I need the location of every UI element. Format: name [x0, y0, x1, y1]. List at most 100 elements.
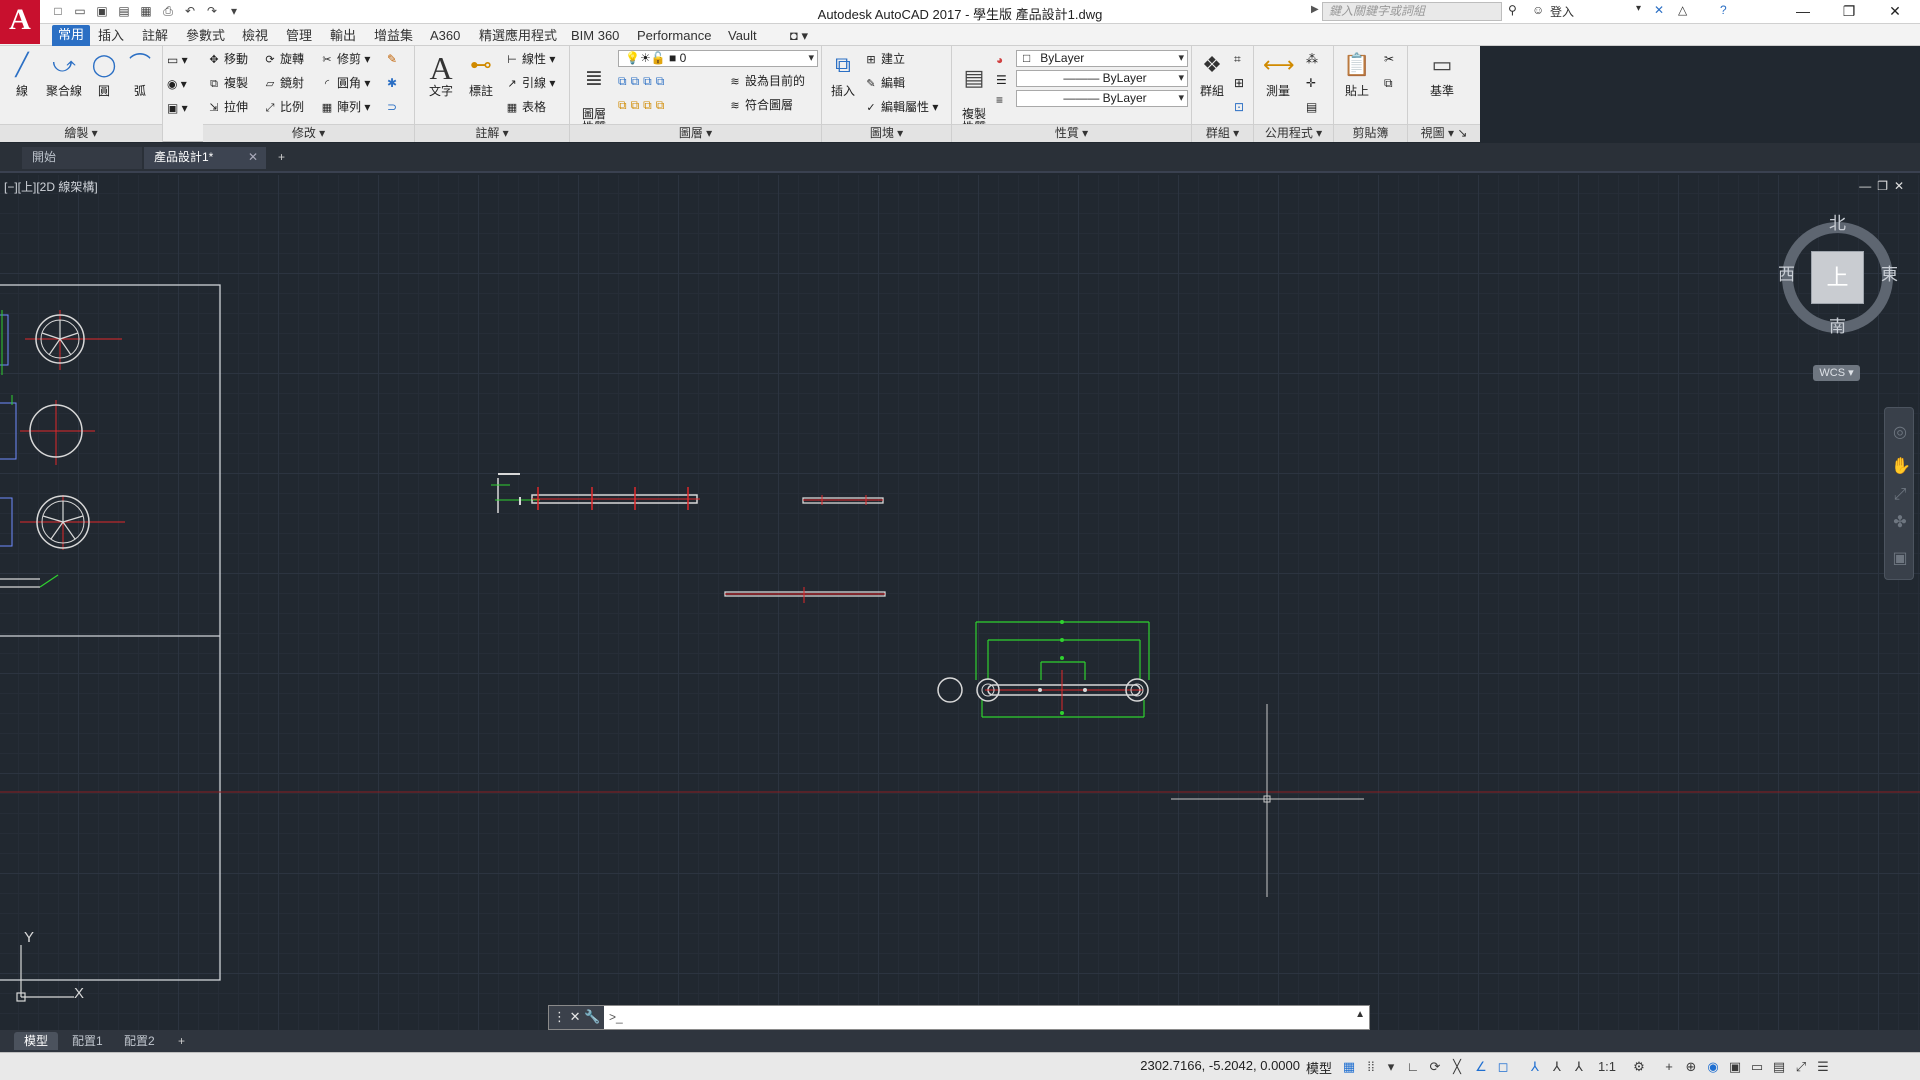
match-properties-button[interactable]: ▤ 複製 性質: [956, 50, 992, 134]
auto-scale-icon[interactable]: ⅄: [1548, 1058, 1566, 1076]
view-panel-title[interactable]: 視圖 ▾ ↘: [1408, 124, 1480, 142]
save-icon[interactable]: ▣: [94, 3, 110, 19]
copy-button[interactable]: ⧉ 複製: [207, 73, 248, 93]
steering-wheel-icon[interactable]: ◎: [1891, 424, 1909, 442]
login-button[interactable]: 登入: [1550, 3, 1574, 20]
hatch-icon[interactable]: ◉ ▾: [167, 74, 187, 94]
file-tab-current[interactable]: 產品設計1* ✕: [144, 147, 266, 169]
isolate-objects-icon[interactable]: ⊕: [1682, 1058, 1700, 1076]
file-tab-start[interactable]: 開始: [22, 147, 142, 169]
new-tab-icon[interactable]: +: [272, 147, 298, 169]
tab-vault[interactable]: Vault: [722, 27, 763, 45]
compass-east[interactable]: 東: [1881, 260, 1898, 285]
command-grip-icon[interactable]: ⋮: [553, 1009, 566, 1024]
edit-attributes-button[interactable]: ✓ 編輯屬性 ▾: [864, 97, 938, 117]
orbit-icon[interactable]: ✤: [1891, 514, 1909, 532]
command-input[interactable]: [637, 1008, 1337, 1027]
properties-panel-title[interactable]: 性質 ▾: [952, 124, 1191, 142]
base-view-button[interactable]: ▭ 基準: [1422, 50, 1462, 99]
linetype-dropdown[interactable]: ——— ByLayer: [1016, 70, 1188, 87]
add-icon[interactable]: +: [1660, 1058, 1678, 1076]
close-tab-icon[interactable]: ✕: [248, 147, 258, 168]
tab-manage[interactable]: 管理: [280, 27, 318, 45]
compass-south[interactable]: 南: [1829, 312, 1846, 337]
lineweight-dropdown[interactable]: ——— ByLayer: [1016, 90, 1188, 107]
text-button[interactable]: A 文字: [425, 50, 457, 99]
drawing-viewport[interactable]: [−][上][2D 線架構] —❐✕ 上 北 南 西 東 WCS ▾ ◎ ✋ ⤢…: [0, 175, 1920, 1030]
clean-screen-icon[interactable]: ⤢: [1792, 1058, 1810, 1076]
tab-a360[interactable]: A360: [424, 27, 466, 45]
group-select-icon[interactable]: ⊡: [1234, 97, 1244, 117]
cut-icon[interactable]: ✂: [1384, 49, 1394, 69]
add-layout-icon[interactable]: +: [168, 1032, 195, 1050]
a360-icon[interactable]: △: [1678, 3, 1687, 17]
binoculars-icon[interactable]: ⚲: [1508, 3, 1517, 17]
object-snap-icon[interactable]: ◻: [1494, 1058, 1512, 1076]
copy-clip-icon[interactable]: ⧉: [1384, 73, 1393, 93]
insert-block-button[interactable]: ⧉ 插入: [826, 50, 860, 99]
polar-icon[interactable]: ⟳: [1426, 1058, 1444, 1076]
groups-panel-title[interactable]: 群組 ▾: [1192, 124, 1253, 142]
clean-screen-toggle-icon[interactable]: ▣: [1726, 1058, 1744, 1076]
modify-panel-title[interactable]: 修改 ▾: [203, 124, 414, 142]
annotation-visibility-icon[interactable]: ⅄: [1526, 1058, 1544, 1076]
compass-north[interactable]: 北: [1829, 209, 1846, 234]
arc-button[interactable]: ⌒ 弧: [124, 50, 156, 99]
array-button[interactable]: ▦ 陣列 ▾: [320, 97, 371, 117]
match-layer-button[interactable]: ≋ 符合圖層: [728, 95, 793, 115]
group-button[interactable]: ❖ 群組: [1194, 50, 1230, 99]
publish-icon[interactable]: ▦: [138, 3, 154, 19]
graphics-performance-icon[interactable]: ▭: [1748, 1058, 1766, 1076]
color-dropdown[interactable]: □ ByLayer: [1016, 50, 1188, 67]
tab-performance[interactable]: Performance: [631, 27, 717, 45]
close-button[interactable]: ✕: [1872, 0, 1918, 24]
redo-icon[interactable]: ↷: [204, 3, 220, 19]
rotate-button[interactable]: ⟳ 旋轉: [263, 49, 304, 69]
move-button[interactable]: ✥ 移動: [207, 49, 248, 69]
viewcube-top-face[interactable]: 上: [1811, 251, 1864, 304]
coordinate-readout[interactable]: 2302.7166, -5.2042, 0.0000: [1120, 1058, 1300, 1073]
linear-dim-button[interactable]: ⊢ 線性 ▾: [505, 49, 555, 69]
group-edit-icon[interactable]: ⊞: [1234, 73, 1244, 93]
annotation-scale-value[interactable]: 1:1: [1592, 1058, 1622, 1076]
set-current-button[interactable]: ≋ 設為目前的: [728, 71, 805, 91]
quick-select-icon[interactable]: ⁂: [1306, 49, 1318, 69]
minimize-button[interactable]: —: [1780, 0, 1826, 24]
grid-icon[interactable]: ▦: [1340, 1058, 1358, 1076]
ungroup-icon[interactable]: ⌗: [1234, 49, 1241, 69]
tab-featured-apps[interactable]: 精選應用程式: [473, 27, 563, 45]
customization-icon[interactable]: ☰: [1814, 1058, 1832, 1076]
tab-bim360[interactable]: BIM 360: [565, 27, 625, 45]
search-expand-icon[interactable]: ▶: [1311, 4, 1319, 15]
dimension-button[interactable]: ⊷ 標註: [465, 50, 497, 99]
ribbon-options-icon[interactable]: ◘ ▾: [784, 27, 814, 45]
tab-insert[interactable]: 插入: [92, 27, 130, 45]
layout-tab-2[interactable]: 配置2: [114, 1032, 165, 1050]
tab-parametric[interactable]: 參數式: [180, 27, 231, 45]
new-icon[interactable]: □: [50, 3, 66, 19]
drawing-canvas[interactable]: [0, 175, 1920, 1030]
paste-button[interactable]: 📋 貼上: [1340, 50, 1374, 99]
trim-button[interactable]: ✂ 修剪 ▾: [320, 49, 370, 69]
layers-panel-title[interactable]: 圖層 ▾: [570, 124, 821, 142]
layer-tools-row1-icon[interactable]: ⧉⧉⧉⧉: [618, 71, 668, 91]
ortho-icon[interactable]: ∟: [1404, 1058, 1422, 1076]
zoom-extents-icon[interactable]: ⤢: [1891, 486, 1909, 504]
open-icon[interactable]: ▭: [72, 3, 88, 19]
hardware-acceleration-icon[interactable]: ◉: [1704, 1058, 1722, 1076]
polyline-button[interactable]: ⤻ 聚合線: [42, 50, 86, 99]
layout-tab-1[interactable]: 配置1: [62, 1032, 113, 1050]
quick-properties-icon[interactable]: ▤: [1770, 1058, 1788, 1076]
command-customize-icon[interactable]: 🔧: [584, 1009, 600, 1024]
id-point-icon[interactable]: ✛: [1306, 73, 1316, 93]
object-snap-tracking-icon[interactable]: ∠: [1472, 1058, 1490, 1076]
annotation-scale-icon[interactable]: ⅄: [1570, 1058, 1588, 1076]
circle-button[interactable]: ◯ 圓: [88, 50, 120, 99]
model-space-button[interactable]: 模型: [1306, 1058, 1332, 1077]
offset-icon[interactable]: ⊃: [387, 97, 397, 117]
stretch-button[interactable]: ⇲ 拉伸: [207, 97, 248, 117]
line-button[interactable]: ╱ 線: [6, 50, 38, 99]
command-history-icon[interactable]: ▲: [1355, 1009, 1365, 1020]
isodraft-icon[interactable]: ╳: [1448, 1058, 1466, 1076]
layer-properties-button[interactable]: ≣ 圖層 性質: [576, 50, 612, 134]
